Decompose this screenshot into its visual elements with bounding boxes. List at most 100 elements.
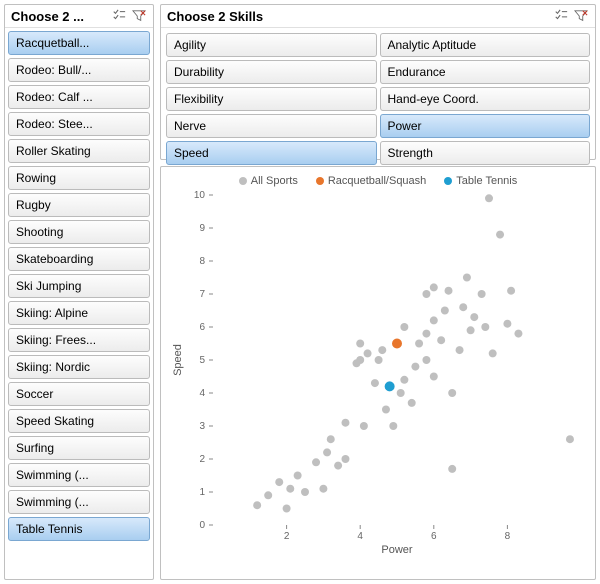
sport-item[interactable]: Rugby [8, 193, 150, 217]
svg-text:8: 8 [199, 256, 205, 267]
clear-filter-icon[interactable] [573, 8, 589, 24]
data-point [301, 488, 309, 496]
legend-item: Table Tennis [444, 175, 517, 187]
skill-item[interactable]: Nerve [166, 114, 377, 138]
skill-item[interactable]: Speed [166, 141, 377, 165]
multiselect-icon[interactable] [553, 8, 569, 24]
skill-item[interactable]: Strength [380, 141, 591, 165]
data-point [356, 356, 364, 364]
data-point [382, 406, 390, 414]
clear-filter-icon[interactable] [131, 8, 147, 24]
sport-item[interactable]: Table Tennis [8, 517, 150, 541]
svg-text:9: 9 [199, 223, 205, 234]
skill-item[interactable]: Endurance [380, 60, 591, 84]
right-column: Choose 2 Skills AgilityAnalytic Aptitude… [160, 4, 596, 580]
data-point [312, 458, 320, 466]
data-point [392, 339, 402, 349]
data-point [489, 349, 497, 357]
data-point [430, 373, 438, 381]
data-point [566, 435, 574, 443]
data-point [496, 231, 504, 239]
data-point [371, 379, 379, 387]
skill-item[interactable]: Analytic Aptitude [380, 33, 591, 57]
legend-dot-icon [316, 177, 324, 185]
svg-text:8: 8 [505, 531, 511, 542]
sports-slicer-title: Choose 2 ... [11, 9, 84, 24]
x-axis-label: Power [381, 544, 413, 556]
scatter-chart: 0123456789102468SpeedPower [165, 189, 591, 559]
sport-item[interactable]: Swimming (... [8, 463, 150, 487]
data-point [470, 313, 478, 321]
data-point [378, 346, 386, 354]
data-point [356, 340, 364, 348]
data-point [478, 290, 486, 298]
data-point [437, 336, 445, 344]
data-point [448, 389, 456, 397]
svg-text:0: 0 [199, 520, 205, 531]
sport-item[interactable]: Roller Skating [8, 139, 150, 163]
sport-item[interactable]: Speed Skating [8, 409, 150, 433]
data-point [441, 307, 449, 315]
sports-slicer-panel: Choose 2 ... Racquetball... Rodeo: Bull/.… [4, 4, 154, 580]
legend-label: Racquetball/Squash [328, 175, 426, 187]
svg-text:4: 4 [357, 531, 363, 542]
chart-legend: All Sports Racquetball/Squash Table Tennis [165, 171, 591, 189]
sport-item[interactable]: Rowing [8, 166, 150, 190]
data-point [485, 194, 493, 202]
data-point [507, 287, 515, 295]
data-point [375, 356, 383, 364]
data-point [463, 274, 471, 282]
data-point [341, 419, 349, 427]
skill-item[interactable]: Flexibility [166, 87, 377, 111]
legend-item: Racquetball/Squash [316, 175, 426, 187]
sports-list[interactable]: Racquetball... Rodeo: Bull/... Rodeo: Calf… [5, 28, 153, 579]
sport-item[interactable]: Shooting [8, 220, 150, 244]
sport-item[interactable]: Surfing [8, 436, 150, 460]
skills-slicer-header: Choose 2 Skills [161, 5, 595, 28]
data-point [400, 376, 408, 384]
y-axis-label: Speed [172, 344, 184, 376]
legend-dot-icon [444, 177, 452, 185]
data-point [341, 455, 349, 463]
data-point [459, 303, 467, 311]
sport-item[interactable]: Rodeo: Bull/... [8, 58, 150, 82]
sport-item[interactable]: Soccer [8, 382, 150, 406]
data-point [422, 290, 430, 298]
sport-item[interactable]: Ski Jumping [8, 274, 150, 298]
skills-grid: AgilityAnalytic AptitudeDurabilityEndura… [161, 28, 595, 170]
data-point [364, 349, 372, 357]
data-point [503, 320, 511, 328]
sport-item[interactable]: Rodeo: Calf ... [8, 85, 150, 109]
svg-text:10: 10 [194, 190, 206, 201]
sport-item[interactable]: Skiing: Nordic [8, 355, 150, 379]
sports-slicer-header: Choose 2 ... [5, 5, 153, 28]
sport-item[interactable]: Swimming (... [8, 490, 150, 514]
skill-item[interactable]: Power [380, 114, 591, 138]
multiselect-icon[interactable] [111, 8, 127, 24]
sport-item[interactable]: Skiing: Alpine [8, 301, 150, 325]
data-point [286, 485, 294, 493]
legend-item: All Sports [239, 175, 298, 187]
sport-item[interactable]: Racquetball... [8, 31, 150, 55]
data-point [456, 346, 464, 354]
data-point [319, 485, 327, 493]
data-point [430, 316, 438, 324]
sport-item[interactable]: Rodeo: Stee... [8, 112, 150, 136]
legend-dot-icon [239, 177, 247, 185]
data-point [467, 326, 475, 334]
legend-label: Table Tennis [456, 175, 517, 187]
data-point [448, 465, 456, 473]
sport-item[interactable]: Skiing: Frees... [8, 328, 150, 352]
data-point [323, 448, 331, 456]
data-point [422, 356, 430, 364]
data-point [415, 340, 423, 348]
svg-text:5: 5 [199, 355, 205, 366]
skill-item[interactable]: Durability [166, 60, 377, 84]
skill-item[interactable]: Hand-eye Coord. [380, 87, 591, 111]
svg-text:4: 4 [199, 388, 205, 399]
sport-item[interactable]: Skateboarding [8, 247, 150, 271]
svg-text:2: 2 [199, 454, 205, 465]
data-point [275, 478, 283, 486]
data-point [283, 505, 291, 513]
skill-item[interactable]: Agility [166, 33, 377, 57]
